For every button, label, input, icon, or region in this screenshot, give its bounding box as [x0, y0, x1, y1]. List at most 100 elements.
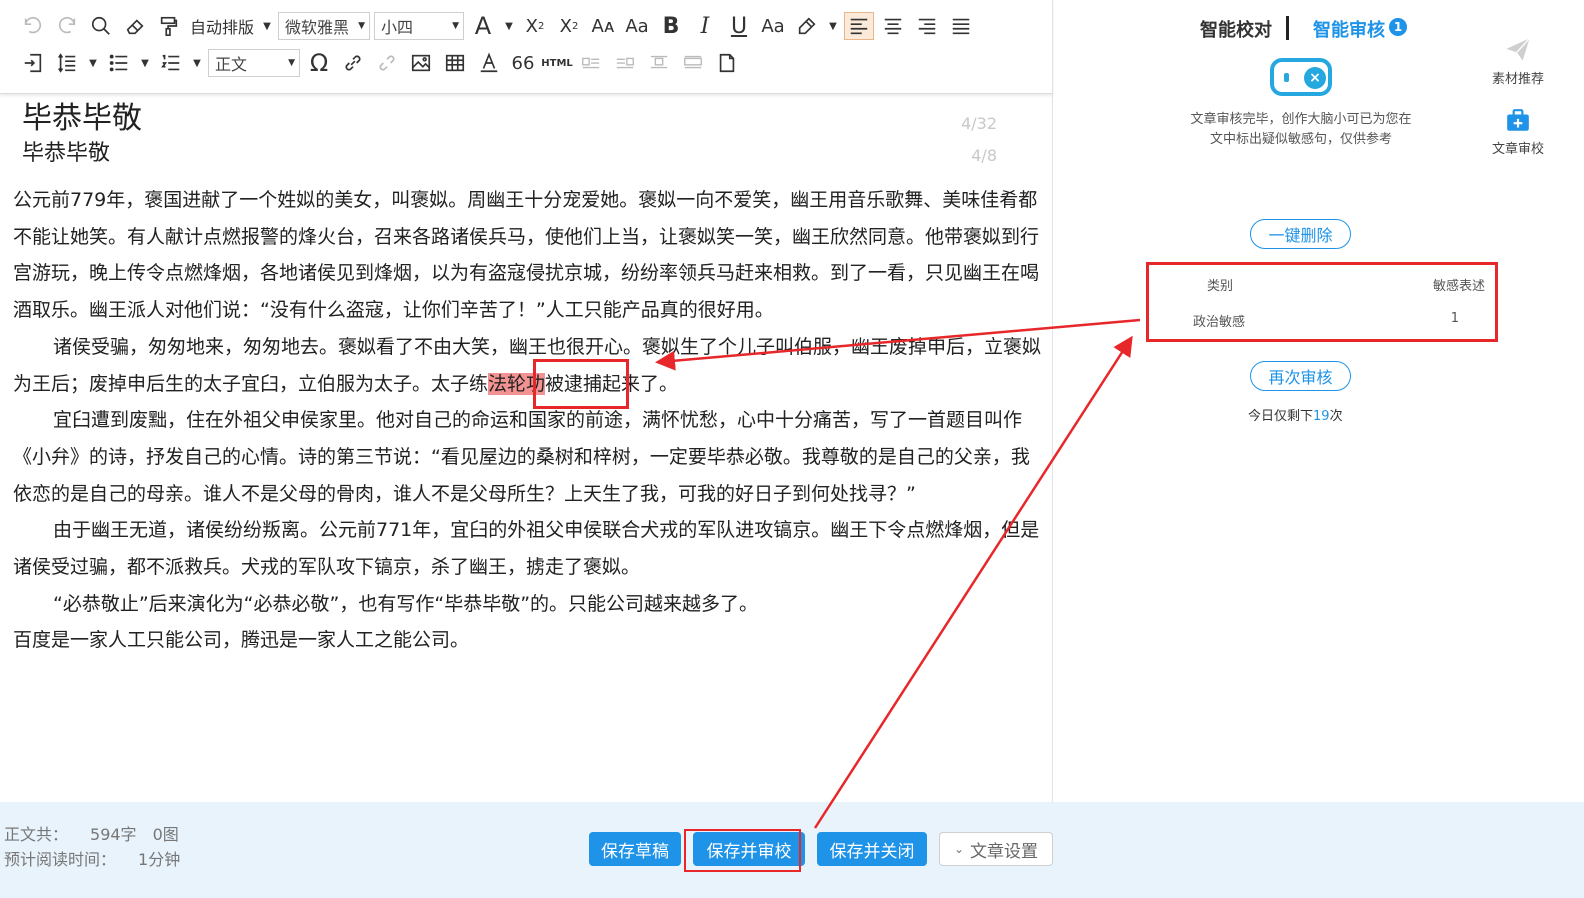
numbered-list-dropdown-icon[interactable]: ▼	[190, 49, 204, 77]
font-size-value: 小四	[381, 18, 414, 37]
redo-icon[interactable]	[52, 12, 82, 40]
image-count-value: 0图	[152, 825, 179, 844]
eraser-icon[interactable]	[120, 12, 150, 40]
paragraph-style-value: 正文	[215, 55, 248, 74]
text-baseline-icon[interactable]	[474, 49, 504, 77]
editor-body[interactable]: 公元前779年，褒国进献了一个姓姒的美女，叫褒姒。周幽王十分宠爱她。褒姒一向不爱…	[13, 182, 1045, 659]
font-size-select[interactable]: 小四 ▼	[374, 12, 465, 40]
italic-icon[interactable]: I	[690, 12, 720, 40]
bold-icon[interactable]: B	[656, 12, 686, 40]
title-char-count: 4/32	[961, 114, 997, 133]
editor-area: 自动排版 ▼ 微软雅黑 ▼ 小四 ▼ A ▼ X2 X2 Aᴀ Aa B I U A…	[0, 0, 1053, 802]
remaining-count: 19	[1313, 409, 1330, 424]
page-icon[interactable]	[712, 49, 742, 77]
special-char-icon[interactable]: Ω	[304, 49, 334, 77]
article-settings-button[interactable]: ⌄ 文章设置	[939, 832, 1053, 866]
search-icon[interactable]	[86, 12, 116, 40]
highlight-dropdown-icon[interactable]: ▼	[826, 12, 840, 40]
paragraph: 宜臼遭到废黜，住在外祖父申侯家里。他对自己的命运和国家的前途，满怀忧愁，心中十分…	[13, 409, 1030, 505]
toolbox-icon	[1507, 109, 1529, 131]
word-count-row: 正文共： 594字 0图	[4, 822, 180, 847]
editor-toolbar: 自动排版 ▼ 微软雅黑 ▼ 小四 ▼ A ▼ X2 X2 Aᴀ Aa B I U A…	[0, 0, 1053, 94]
robot-eye	[1284, 73, 1289, 82]
word-stats: 正文共： 594字 0图 预计阅读时间： 1分钟	[4, 822, 180, 872]
subtitle-input[interactable]: 毕恭毕敬	[22, 138, 1002, 170]
highlight-pen-icon[interactable]	[792, 12, 822, 40]
review-again-button[interactable]: 再次审核	[1250, 361, 1351, 391]
read-time-row: 预计阅读时间： 1分钟	[4, 847, 180, 872]
auto-format-button[interactable]: 自动排版	[188, 12, 256, 40]
text-style-icon[interactable]: Aa	[758, 12, 788, 40]
review-status-message: 文章审核完毕，创作大脑小可已为您在文中标出疑似敏感句，仅供参考	[1190, 112, 1412, 147]
layout-1-icon[interactable]	[576, 49, 606, 77]
align-left-icon[interactable]	[844, 12, 875, 40]
save-and-close-button[interactable]: 保存并关闭	[817, 832, 927, 866]
chevron-down-icon: ▼	[452, 21, 460, 31]
format-painter-icon[interactable]	[154, 12, 184, 40]
subtitle-char-count: 4/8	[971, 146, 997, 165]
indent-icon[interactable]	[18, 49, 48, 77]
layout-4-icon[interactable]	[678, 49, 708, 77]
chevron-down-icon: ▼	[358, 21, 366, 31]
article-review-button[interactable]: 文章审校	[1483, 108, 1553, 157]
layout-3-icon[interactable]	[644, 49, 674, 77]
superscript-icon[interactable]: X2	[520, 12, 550, 40]
link-icon[interactable]	[338, 49, 368, 77]
article-review-label: 文章审校	[1491, 142, 1544, 157]
subscript-icon[interactable]: X2	[554, 12, 584, 40]
line-height-dropdown-icon[interactable]: ▼	[86, 49, 100, 77]
tab-divider	[1286, 16, 1289, 40]
line-height-icon[interactable]	[52, 49, 82, 77]
annotation-button-box	[684, 829, 801, 872]
align-center-icon[interactable]	[878, 12, 908, 40]
double-chevron-down-icon: ⌄	[953, 842, 965, 856]
bullet-list-dropdown-icon[interactable]: ▼	[138, 49, 152, 77]
article-settings-label: 文章设置	[970, 841, 1039, 862]
remaining-suffix: 次	[1329, 409, 1343, 424]
paragraph-style-select[interactable]: 正文 ▼	[208, 49, 300, 77]
tab-smart-proofread[interactable]: 智能校对	[1200, 16, 1272, 42]
undo-icon[interactable]	[18, 12, 48, 40]
robot-close-eye: ×	[1304, 67, 1326, 89]
align-justify-icon[interactable]	[946, 12, 976, 40]
title-input[interactable]: 毕恭毕敬	[22, 100, 1002, 138]
delete-all-button[interactable]: 一键删除	[1250, 219, 1351, 249]
align-right-icon[interactable]	[912, 12, 942, 40]
paragraph-text: 练	[469, 372, 489, 395]
review-count-badge: 1	[1389, 18, 1407, 36]
auto-format-dropdown-icon[interactable]: ▼	[260, 12, 274, 40]
paragraph: “必恭敬止”后来演化为“必恭必敬”，也有写作“毕恭毕敬”的。只能公司越来越多了。	[53, 592, 759, 615]
read-time-label: 预计阅读时间：	[4, 850, 117, 869]
paragraph: 公元前779年，褒国进献了一个姓姒的美女，叫褒姒。周幽王十分宠爱她。褒姒一向不爱…	[13, 189, 1040, 322]
remaining-count-text: 今日仅剩下19次	[1248, 405, 1343, 424]
unlink-icon[interactable]	[372, 49, 402, 77]
sensitive-table: 类别 敏感表述 政治敏感 1	[1146, 262, 1498, 342]
layout-2-icon[interactable]	[610, 49, 640, 77]
bullet-list-icon[interactable]	[104, 49, 134, 77]
image-icon[interactable]	[406, 49, 436, 77]
paragraph: 由于幽王无道，诸侯纷纷叛离。公元前771年，宜臼的外祖父申侯联合犬戎的军队进攻镐…	[13, 519, 1040, 579]
underline-icon[interactable]: U	[724, 12, 754, 40]
save-draft-button[interactable]: 保存草稿	[589, 832, 681, 866]
remaining-prefix: 今日仅剩下	[1248, 409, 1314, 424]
chevron-down-icon: ▼	[288, 58, 295, 68]
annotation-highlight-box	[533, 359, 629, 409]
font-family-select[interactable]: 微软雅黑 ▼	[278, 12, 371, 40]
html-source-button[interactable]: HTML	[541, 49, 573, 77]
table-cell-category[interactable]: 政治敏感	[1193, 311, 1245, 330]
font-size-increase-icon[interactable]: Aᴀ	[588, 12, 618, 40]
tab-smart-review[interactable]: 智能审核	[1313, 16, 1385, 42]
quote-icon[interactable]: 66	[508, 49, 538, 77]
paragraph: 百度是一家人工只能公司，腾迅是一家人工之能公司。	[13, 629, 470, 652]
table-header-sensitive: 敏感表述	[1432, 279, 1485, 294]
font-color-dropdown-icon[interactable]: ▼	[502, 12, 516, 40]
robot-mascot-icon: ×	[1270, 58, 1332, 96]
font-color-icon[interactable]: A	[468, 12, 498, 40]
font-family-value: 微软雅黑	[285, 18, 350, 37]
material-recommend-button[interactable]: 素材推荐	[1483, 36, 1553, 87]
read-time-value: 1分钟	[138, 850, 181, 869]
numbered-list-icon[interactable]	[156, 49, 186, 77]
font-size-decrease-icon[interactable]: Aa	[622, 12, 652, 40]
word-count-label: 正文共：	[4, 825, 69, 844]
table-icon[interactable]	[440, 49, 470, 77]
